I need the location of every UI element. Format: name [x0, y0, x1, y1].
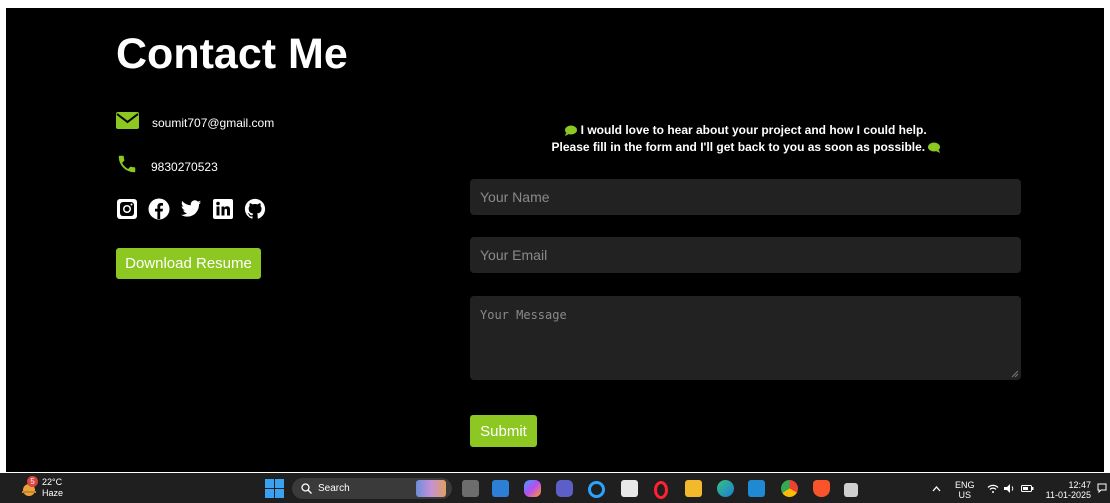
page-title: Contact Me — [116, 30, 348, 78]
linkedin-icon[interactable] — [212, 198, 234, 220]
twitter-icon[interactable] — [180, 198, 202, 220]
windows-start-icon[interactable] — [265, 479, 284, 498]
form-intro: I would love to hear about your project … — [446, 122, 1046, 156]
download-resume-button[interactable]: Download Resume — [116, 248, 261, 279]
clock[interactable]: 12:47 11-01-2025 — [1045, 480, 1091, 500]
weather-icon: 5 — [20, 476, 38, 497]
submit-button[interactable]: Submit — [470, 415, 537, 447]
facebook-icon[interactable] — [148, 198, 170, 220]
mail-icon — [116, 112, 139, 134]
chrome-icon[interactable] — [781, 480, 798, 497]
lang-line-2: US — [958, 490, 972, 500]
chat-bubble-icon — [928, 142, 941, 153]
calculator-icon[interactable] — [621, 480, 638, 497]
widgets-icon[interactable] — [492, 480, 509, 497]
weather-widget[interactable]: 5 22°C Haze — [20, 476, 64, 499]
search-highlight-icon — [416, 480, 446, 497]
intro-line-1: I would love to hear about your project … — [580, 123, 927, 137]
phone-row: 9830270523 — [116, 153, 218, 180]
clock-time: 12:47 — [1068, 480, 1091, 490]
message-placeholder: Your Message — [480, 308, 567, 322]
name-field[interactable]: Your Name — [470, 179, 1021, 215]
brave-icon[interactable] — [813, 480, 830, 497]
volume-icon[interactable] — [1004, 484, 1016, 493]
teams-icon[interactable] — [556, 480, 573, 497]
resize-handle-icon[interactable] — [1011, 370, 1019, 378]
email-placeholder: Your Email — [480, 247, 548, 263]
search-icon — [301, 483, 312, 494]
email-row: soumit707@gmail.com — [116, 112, 274, 134]
weather-badge: 5 — [27, 476, 38, 487]
notification-icon[interactable] — [1097, 483, 1107, 494]
opera-icon[interactable] — [654, 481, 668, 499]
search-label: Search — [318, 483, 350, 494]
chevron-up-icon[interactable] — [932, 486, 941, 492]
cortana-icon[interactable] — [588, 481, 605, 498]
weather-desc: Haze — [42, 488, 64, 498]
weather-temp: 22°C — [42, 477, 63, 487]
phone-icon — [116, 153, 138, 180]
vscode-icon[interactable] — [748, 480, 765, 497]
wifi-icon[interactable] — [987, 484, 999, 493]
battery-icon[interactable] — [1021, 484, 1034, 493]
taskbar-search[interactable]: Search — [292, 478, 452, 499]
contact-page: Contact Me soumit707@gmail.com 983027052… — [6, 8, 1104, 472]
app-icon[interactable] — [844, 483, 858, 497]
lang-line-1: ENG — [955, 480, 975, 490]
copilot-icon[interactable] — [524, 480, 541, 497]
file-explorer-icon[interactable] — [685, 480, 702, 497]
clock-date: 11-01-2025 — [1045, 490, 1091, 500]
intro-line-2: Please fill in the form and I'll get bac… — [551, 140, 926, 154]
instagram-icon[interactable] — [116, 198, 138, 220]
chat-bubble-icon — [565, 125, 578, 136]
email-text[interactable]: soumit707@gmail.com — [152, 116, 274, 130]
message-field[interactable]: Your Message — [470, 296, 1021, 380]
language-indicator[interactable]: ENG US — [955, 480, 975, 500]
phone-text[interactable]: 9830270523 — [151, 160, 218, 174]
github-icon[interactable] — [244, 198, 266, 220]
email-field[interactable]: Your Email — [470, 237, 1021, 273]
taskbar: 5 22°C Haze Search ENG US 12:47 11-01-20… — [0, 473, 1110, 503]
name-placeholder: Your Name — [480, 189, 550, 205]
task-view-icon[interactable] — [462, 480, 479, 497]
social-links — [116, 198, 266, 220]
edge-icon[interactable] — [717, 480, 734, 497]
